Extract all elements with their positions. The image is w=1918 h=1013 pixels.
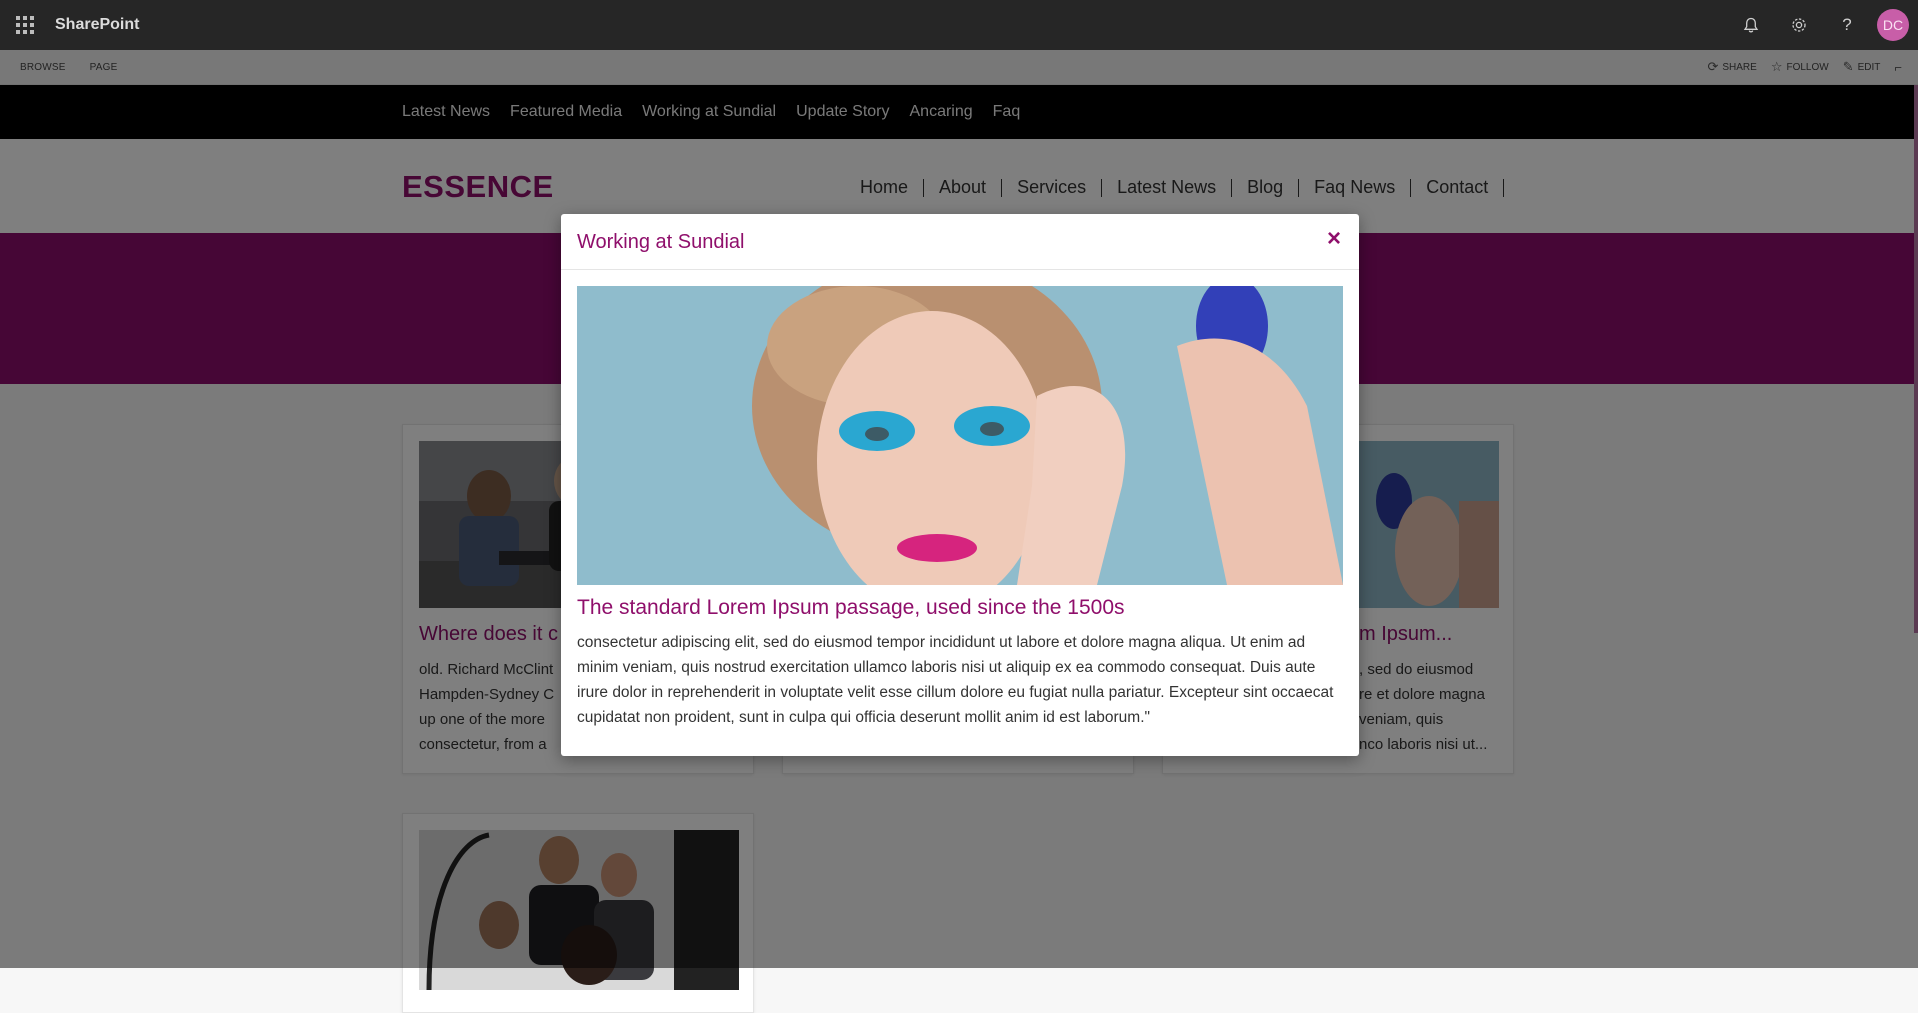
modal-header: Working at Sundial × (561, 214, 1359, 270)
app-name[interactable]: SharePoint (55, 16, 139, 34)
page-scrollbar[interactable] (1914, 85, 1918, 633)
app-launcher-button[interactable] (0, 0, 50, 50)
avatar[interactable]: DC (1877, 9, 1909, 41)
modal-title: Working at Sundial (577, 231, 745, 253)
waffle-icon (16, 16, 34, 34)
bell-icon[interactable] (1727, 0, 1775, 50)
suite-bar: SharePoint ? DC (0, 0, 1918, 50)
help-icon[interactable]: ? (1823, 0, 1871, 50)
gear-icon[interactable] (1775, 0, 1823, 50)
modal-image (577, 286, 1343, 585)
close-button[interactable]: × (1323, 226, 1345, 252)
modal-dialog: Working at Sundial × The standard Lorem … (561, 214, 1359, 756)
modal-heading: The standard Lorem Ipsum passage, used s… (577, 596, 1125, 619)
modal-body: The standard Lorem Ipsum passage, used s… (561, 270, 1359, 746)
modal-text: consectetur adipiscing elit, sed do eius… (577, 634, 1334, 726)
